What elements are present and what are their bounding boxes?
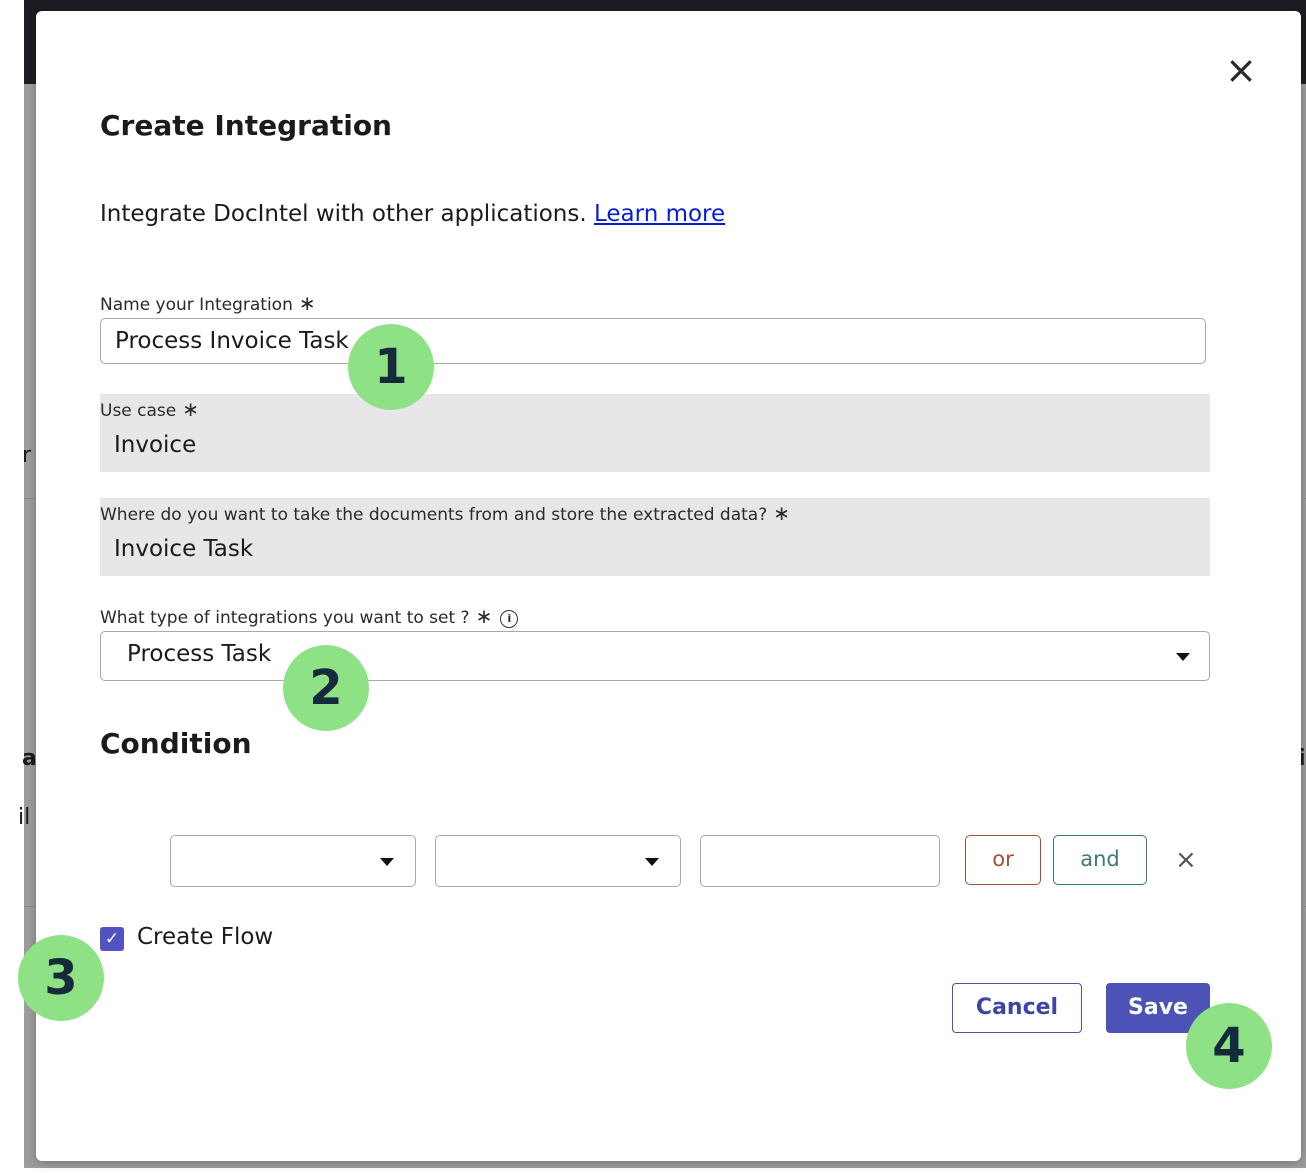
use-case-label-text: Use case <box>100 401 177 421</box>
required-asterisk-icon: ∗ <box>182 397 200 421</box>
close-icon[interactable]: × <box>1224 51 1258 89</box>
integration-name-input[interactable]: Process Invoice Task <box>100 318 1206 364</box>
integration-type-label-text: What type of integrations you want to se… <box>100 608 470 628</box>
condition-value-input[interactable] <box>700 835 940 887</box>
document-source-label: Where do you want to take the documents … <box>100 501 790 525</box>
create-flow-checkbox[interactable]: ✓ <box>100 927 124 951</box>
use-case-field: Use case ∗ Invoice <box>100 394 1210 472</box>
callout-badge-4: 4 <box>1186 1003 1272 1089</box>
dialog-intro: Integrate DocIntel with other applicatio… <box>100 201 725 227</box>
document-source-field: Where do you want to take the documents … <box>100 498 1210 576</box>
create-flow-label[interactable]: Create Flow <box>137 924 273 950</box>
integration-type-label: What type of integrations you want to se… <box>100 604 519 628</box>
required-asterisk-icon: ∗ <box>773 501 791 525</box>
background-text-fragment: a <box>22 746 37 771</box>
remove-condition-icon[interactable]: × <box>1175 845 1197 875</box>
integration-type-value: Process Task <box>127 641 272 667</box>
condition-field-select[interactable] <box>170 835 416 887</box>
callout-badge-3: 3 <box>18 935 104 1021</box>
cancel-button[interactable]: Cancel <box>952 983 1082 1033</box>
callout-badge-1: 1 <box>348 324 434 410</box>
dialog-title: Create Integration <box>100 109 392 142</box>
info-icon[interactable]: i <box>500 610 519 628</box>
or-button[interactable]: or <box>965 835 1041 885</box>
integration-type-select[interactable]: Process Task <box>100 631 1210 681</box>
use-case-value: Invoice <box>114 432 197 458</box>
chevron-down-icon <box>645 858 659 866</box>
create-integration-dialog: × Create Integration Integrate DocIntel … <box>36 11 1301 1161</box>
required-asterisk-icon: ∗ <box>298 291 316 315</box>
callout-badge-2: 2 <box>283 645 369 731</box>
document-source-value: Invoice Task <box>114 536 254 562</box>
and-button[interactable]: and <box>1053 835 1147 885</box>
background-text-fragment: il <box>18 805 31 830</box>
chevron-down-icon <box>1176 653 1190 661</box>
learn-more-link[interactable]: Learn more <box>594 201 725 227</box>
condition-title: Condition <box>100 727 252 760</box>
integration-name-label-text: Name your Integration <box>100 295 293 315</box>
condition-operator-select[interactable] <box>435 835 681 887</box>
chevron-down-icon <box>380 858 394 866</box>
intro-text: Integrate DocIntel with other applicatio… <box>100 201 594 227</box>
required-asterisk-icon: ∗ <box>475 604 493 628</box>
integration-name-label: Name your Integration ∗ <box>100 291 316 315</box>
background-text-fragment: r <box>22 443 32 468</box>
document-source-label-text: Where do you want to take the documents … <box>100 505 768 525</box>
use-case-label: Use case ∗ <box>100 397 199 421</box>
